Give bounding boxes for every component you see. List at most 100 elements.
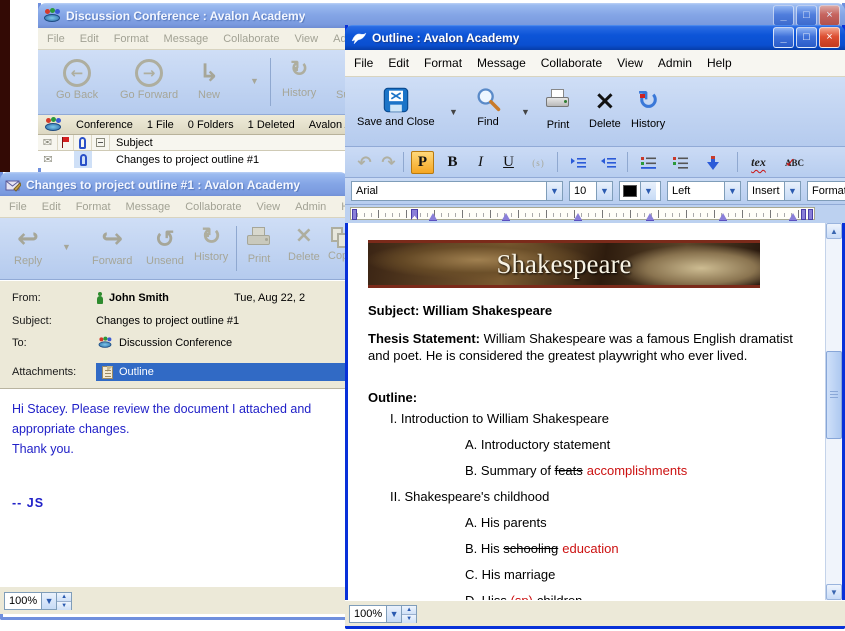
redo-button[interactable]: ↷: [377, 151, 400, 174]
document-area[interactable]: Shakespeare Subject: William Shakespeare…: [348, 223, 842, 600]
maximize-button[interactable]: □: [796, 5, 817, 26]
find-dropdown-arrow[interactable]: ▼: [521, 107, 530, 117]
tab-stop[interactable]: [789, 213, 797, 220]
save-and-close-button[interactable]: Save and Close: [357, 86, 435, 128]
menu-item-message[interactable]: Message: [477, 56, 526, 70]
bullet-list-button[interactable]: [669, 151, 692, 174]
new-button[interactable]: ↳ New: [198, 59, 220, 101]
minimize-button[interactable]: _: [773, 27, 794, 48]
insert-select[interactable]: Insert▼: [747, 181, 801, 201]
spellcheck-as-you-type-button[interactable]: tex: [747, 151, 770, 174]
print-button[interactable]: Print: [545, 89, 571, 131]
zoom-dropdown-icon[interactable]: ▼: [41, 593, 56, 609]
message-body[interactable]: Hi Stacey. Please review the document I …: [0, 388, 348, 586]
zoom-spinner[interactable]: ▲▼: [402, 605, 417, 623]
right-margin-marker-2[interactable]: [808, 209, 813, 220]
font-color-select[interactable]: ▼: [619, 181, 661, 201]
menu-item-message[interactable]: Message: [126, 201, 171, 213]
outdent-button[interactable]: [597, 151, 620, 174]
zoom-control[interactable]: 100% ▼: [4, 592, 57, 610]
indent-button[interactable]: [567, 151, 590, 174]
column-message-type[interactable]: ✉: [38, 135, 58, 150]
ruler[interactable]: [350, 207, 815, 220]
numbered-list-button[interactable]: [637, 151, 660, 174]
menu-item-view[interactable]: View: [294, 33, 318, 45]
chevron-down-icon[interactable]: ▼: [724, 182, 740, 200]
column-flag[interactable]: [58, 135, 74, 150]
spellcheck-button[interactable]: ABC ✓: [783, 151, 806, 174]
underline-button[interactable]: U: [497, 151, 520, 174]
format-select[interactable]: Format▼: [807, 181, 845, 201]
menu-item-message[interactable]: Message: [164, 33, 209, 45]
scroll-thumb[interactable]: [826, 351, 842, 439]
menu-item-help[interactable]: Help: [707, 56, 732, 70]
menu-item-view[interactable]: View: [617, 56, 643, 70]
chevron-down-icon[interactable]: ▼: [546, 182, 562, 200]
italic-button[interactable]: I: [469, 151, 492, 174]
column-subject[interactable]: Subject: [110, 137, 153, 149]
tab-stop[interactable]: [646, 213, 654, 220]
paragraph-style-button[interactable]: P: [411, 151, 434, 174]
move-down-button[interactable]: [701, 151, 724, 174]
zoom-spinner[interactable]: ▲▼: [57, 592, 72, 610]
menu-item-edit[interactable]: Edit: [42, 201, 61, 213]
menu-item-collaborate[interactable]: Collaborate: [185, 201, 241, 213]
column-expand[interactable]: [92, 135, 110, 150]
menu-item-view[interactable]: View: [256, 201, 280, 213]
menu-item-admin[interactable]: Admin: [658, 56, 692, 70]
menu-item-edit[interactable]: Edit: [388, 56, 409, 70]
column-attachment[interactable]: [74, 135, 92, 150]
titlebar-outline[interactable]: Outline : Avalon Academy _ □ ×: [345, 25, 845, 50]
print-button[interactable]: Print: [246, 227, 272, 265]
strike-style-button[interactable]: (s): [527, 151, 550, 174]
undo-button[interactable]: ↶: [353, 151, 376, 174]
chevron-down-icon[interactable]: ▼: [640, 182, 656, 200]
go-forward-button[interactable]: → Go Forward: [120, 59, 178, 101]
vertical-scrollbar[interactable]: ▲ ▼: [825, 223, 842, 600]
tab-stop[interactable]: [719, 213, 727, 220]
menu-item-format[interactable]: Format: [114, 33, 149, 45]
history-button[interactable]: ↻ History: [194, 225, 228, 263]
unsend-button[interactable]: ↺ Unsend: [146, 225, 184, 267]
titlebar-message[interactable]: Changes to project outline #1 : Avalon A…: [0, 172, 348, 197]
menu-item-file[interactable]: File: [354, 56, 373, 70]
font-family-select[interactable]: Arial▼: [351, 181, 563, 201]
delete-button[interactable]: × Delete: [288, 225, 320, 263]
zoom-control[interactable]: 100% ▼: [349, 605, 402, 623]
bold-button[interactable]: B: [441, 151, 464, 174]
find-button[interactable]: Find: [473, 86, 503, 128]
menu-item-file[interactable]: File: [9, 201, 27, 213]
menu-item-edit[interactable]: Edit: [80, 33, 99, 45]
tab-stop[interactable]: [574, 213, 582, 220]
tab-stop[interactable]: [429, 213, 437, 220]
delete-button[interactable]: × Delete: [589, 86, 621, 130]
close-button[interactable]: ×: [819, 5, 840, 26]
scroll-down-button[interactable]: ▼: [826, 584, 842, 600]
indent-marker[interactable]: [411, 209, 418, 220]
scroll-up-button[interactable]: ▲: [826, 223, 842, 239]
chevron-down-icon[interactable]: ▼: [596, 182, 612, 200]
minimize-button[interactable]: _: [773, 5, 794, 26]
attachment-item[interactable]: Outline: [96, 363, 348, 381]
history-button[interactable]: ↻ History: [631, 86, 665, 130]
chevron-down-icon[interactable]: ▼: [784, 182, 800, 200]
go-back-button[interactable]: ← Go Back: [56, 59, 98, 101]
menu-item-format[interactable]: Format: [76, 201, 111, 213]
zoom-dropdown-icon[interactable]: ▼: [386, 606, 401, 622]
menu-item-format[interactable]: Format: [424, 56, 462, 70]
right-margin-marker[interactable]: [801, 209, 806, 220]
history-button[interactable]: ↻ History: [282, 59, 316, 99]
alignment-select[interactable]: Left▼: [667, 181, 741, 201]
menu-item-collaborate[interactable]: Collaborate: [541, 56, 602, 70]
save-dropdown-arrow[interactable]: ▼: [449, 107, 458, 117]
reply-dropdown-arrow[interactable]: ▼: [62, 242, 71, 252]
reply-button[interactable]: ↩ Reply: [14, 225, 42, 267]
menu-item-file[interactable]: File: [47, 33, 65, 45]
to-value[interactable]: Discussion Conference: [119, 337, 232, 349]
close-button[interactable]: ×: [819, 27, 840, 48]
tab-stop[interactable]: [502, 213, 510, 220]
menu-item-admin[interactable]: Admin: [295, 201, 326, 213]
menu-item-collaborate[interactable]: Collaborate: [223, 33, 279, 45]
forward-button[interactable]: ↪ Forward: [92, 225, 132, 267]
maximize-button[interactable]: □: [796, 27, 817, 48]
